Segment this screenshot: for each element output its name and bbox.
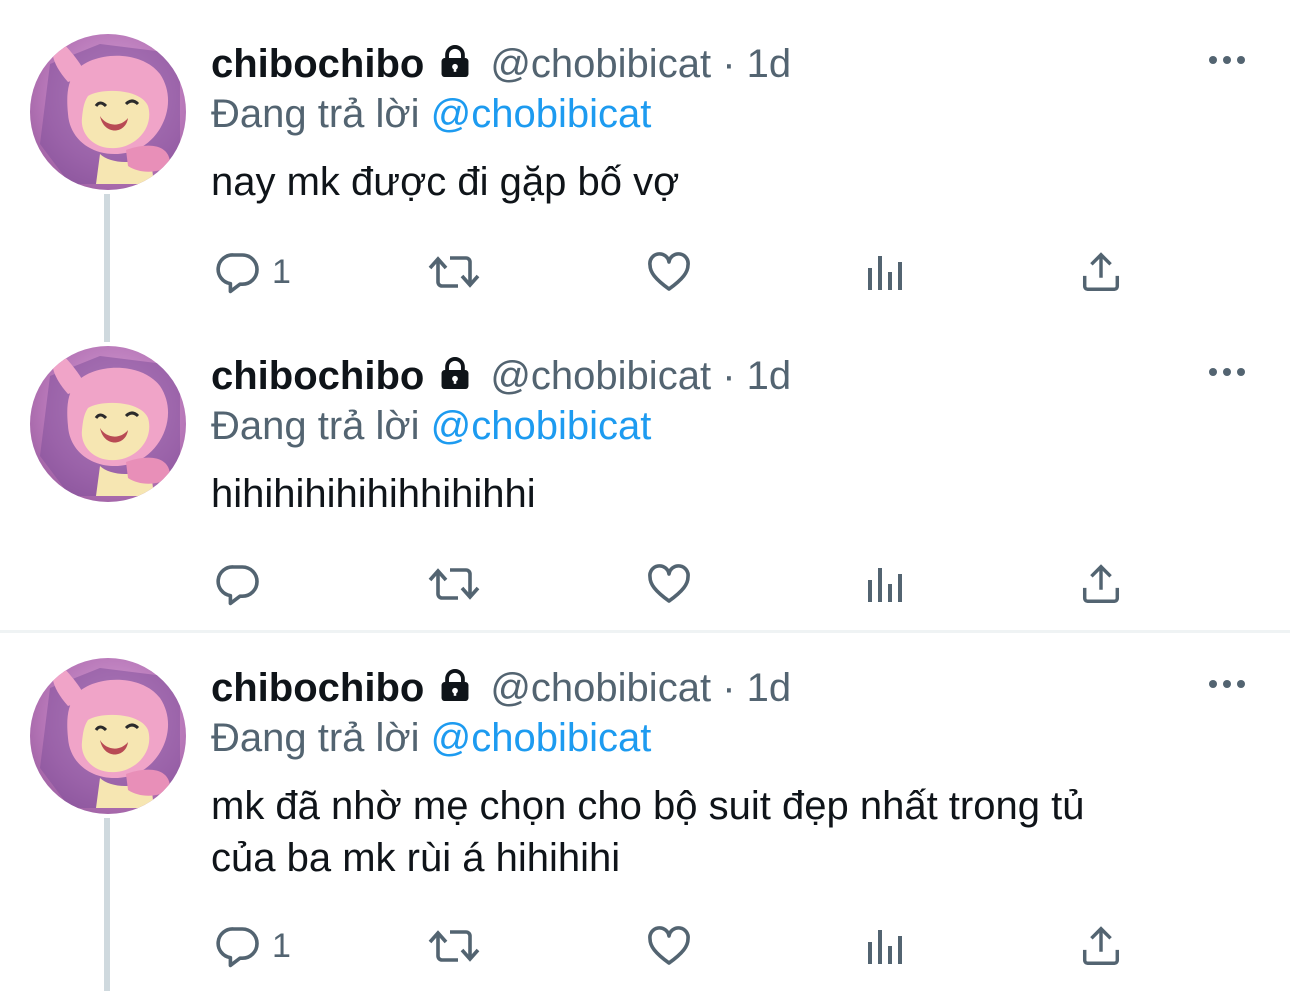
retweet-icon (428, 256, 480, 288)
user-handle[interactable]: @chobibicat (490, 666, 711, 710)
action-bar (0, 554, 1290, 614)
analytics-icon (868, 568, 902, 602)
more-horizontal-icon (1209, 56, 1245, 64)
like-button[interactable] (644, 248, 694, 296)
avatar-image (40, 40, 180, 184)
retweet-button[interactable] (426, 248, 482, 296)
mention-link[interactable]: @chobibicat (431, 92, 652, 136)
lock-icon (436, 354, 474, 406)
timestamp[interactable]: 1d (747, 42, 792, 86)
avatar[interactable] (30, 346, 186, 502)
reply-icon (216, 253, 259, 294)
like-button[interactable] (644, 922, 694, 970)
tweet[interactable]: chibochibo @chobibicat · 1d Đang trả lời … (0, 0, 1290, 320)
action-bar: 1 (0, 916, 1290, 976)
more-horizontal-icon (1209, 680, 1245, 688)
replying-label: Đang trả lời (211, 716, 420, 760)
reply-icon (216, 565, 259, 606)
share-button[interactable] (1078, 922, 1124, 970)
analytics-icon (868, 930, 902, 964)
replying-label: Đang trả lời (211, 92, 420, 136)
timestamp[interactable]: 1d (747, 354, 792, 398)
more-horizontal-icon (1209, 368, 1245, 376)
tweet-text-line: mk đã nhờ mẹ chọn cho bộ suit đẹp nhất t… (211, 784, 1085, 828)
reply-count: 1 (272, 252, 291, 291)
tweet-header: chibochibo @chobibicat · 1d (211, 662, 791, 718)
retweet-button[interactable] (426, 560, 482, 608)
heart-icon (648, 926, 690, 965)
separator-dot: · (722, 666, 736, 710)
tweet-text-line: của ba mk rùi á hihihihi (211, 836, 621, 880)
share-button[interactable] (1078, 248, 1124, 296)
avatar[interactable] (30, 658, 186, 814)
share-icon (1082, 252, 1120, 291)
retweet-button[interactable] (426, 922, 482, 970)
separator-dot: · (722, 354, 736, 398)
share-icon (1082, 564, 1120, 603)
mention-link[interactable]: @chobibicat (431, 716, 652, 760)
reply-icon (216, 927, 259, 968)
analytics-icon (868, 256, 902, 290)
retweet-icon (428, 568, 480, 600)
analytics-button[interactable] (862, 922, 910, 970)
share-button[interactable] (1078, 560, 1124, 608)
heart-icon (648, 252, 690, 291)
avatar-image (40, 352, 180, 496)
replying-to-line: Đang trả lời @chobibicat (211, 400, 651, 452)
lock-icon (436, 42, 474, 94)
reply-button[interactable] (214, 560, 272, 608)
analytics-button[interactable] (862, 248, 910, 296)
more-options-button[interactable] (1207, 52, 1247, 68)
tweet-text: hihihihihihihhihihhi (211, 472, 536, 516)
mention-link[interactable]: @chobibicat (431, 404, 652, 448)
lock-icon (436, 666, 474, 718)
analytics-button[interactable] (862, 560, 910, 608)
tweet-text: nay mk được đi gặp bố vợ (211, 160, 680, 204)
reply-count: 1 (272, 926, 291, 965)
tweet-header: chibochibo @chobibicat · 1d (211, 38, 791, 94)
tweet[interactable]: chibochibo @chobibicat · 1d Đang trả lời … (0, 312, 1290, 632)
action-bar: 1 (0, 242, 1290, 302)
heart-icon (648, 564, 690, 603)
display-name[interactable]: chibochibo (211, 666, 424, 710)
separator-dot: · (722, 42, 736, 86)
more-options-button[interactable] (1207, 676, 1247, 692)
reply-button[interactable]: 1 (214, 248, 291, 296)
retweet-icon (428, 930, 480, 962)
more-options-button[interactable] (1207, 364, 1247, 380)
reply-button[interactable]: 1 (214, 922, 291, 970)
user-handle[interactable]: @chobibicat (490, 354, 711, 398)
tweet-text: mk đã nhờ mẹ chọn cho bộ suit đẹp nhất t… (211, 780, 1211, 884)
replying-label: Đang trả lời (211, 404, 420, 448)
tweet[interactable]: chibochibo @chobibicat · 1d Đang trả lời … (0, 624, 1290, 991)
tweet-header: chibochibo @chobibicat · 1d (211, 350, 791, 406)
user-handle[interactable]: @chobibicat (490, 42, 711, 86)
replying-to-line: Đang trả lời @chobibicat (211, 712, 651, 764)
timestamp[interactable]: 1d (747, 666, 792, 710)
replying-to-line: Đang trả lời @chobibicat (211, 88, 651, 140)
like-button[interactable] (644, 560, 694, 608)
display-name[interactable]: chibochibo (211, 354, 424, 398)
avatar-image (40, 664, 180, 808)
share-icon (1082, 926, 1120, 965)
display-name[interactable]: chibochibo (211, 42, 424, 86)
avatar[interactable] (30, 34, 186, 190)
